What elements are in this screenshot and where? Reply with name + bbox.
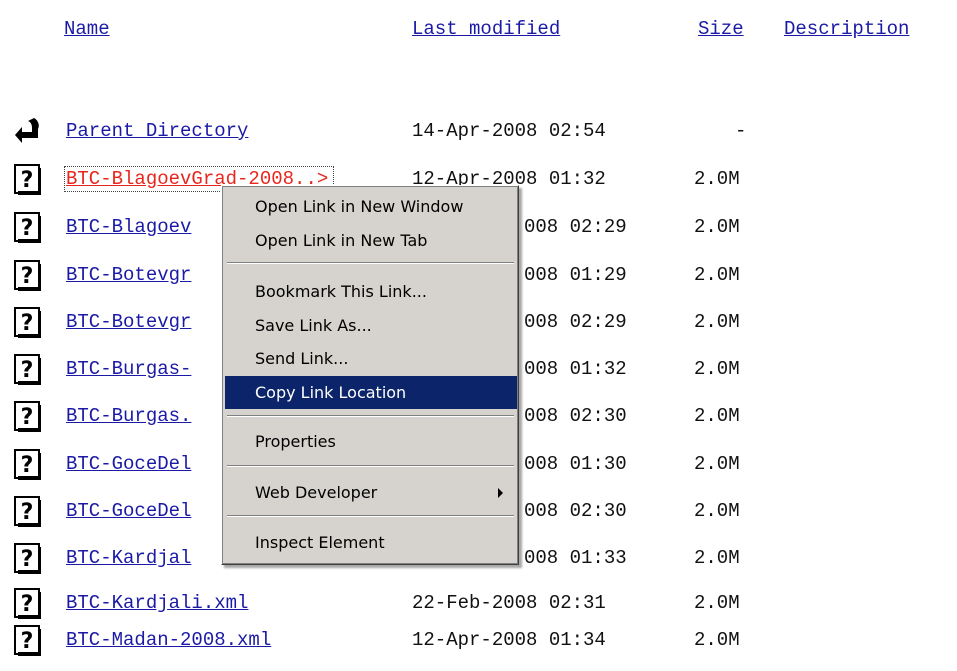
unknown-file-icon: ? <box>14 496 41 527</box>
menu-bookmark-link[interactable]: Bookmark This Link... <box>225 277 517 307</box>
svg-text:?: ? <box>21 547 34 572</box>
header-size[interactable]: Size <box>698 18 744 40</box>
menu-separator <box>227 415 514 417</box>
file-link[interactable]: BTC-GoceDel <box>66 500 191 522</box>
file-size: 2.0M <box>694 453 740 475</box>
menu-separator <box>227 515 514 517</box>
file-size: 2.0M <box>694 358 740 380</box>
file-date: 008 01:32 <box>524 358 627 380</box>
file-date: 008 02:29 <box>524 311 627 333</box>
svg-text:?: ? <box>21 405 34 430</box>
file-date: 22-Feb-2008 02:31 <box>412 592 606 614</box>
menu-separator <box>227 262 514 264</box>
unknown-file-icon: ? <box>14 212 41 243</box>
file-link[interactable]: BTC-Blagoev <box>66 216 191 238</box>
menu-web-developer-label: Web Developer <box>255 483 378 502</box>
svg-text:?: ? <box>21 629 34 654</box>
unknown-file-icon: ? <box>14 449 41 480</box>
svg-text:?: ? <box>21 592 34 617</box>
header-description[interactable]: Description <box>784 18 909 40</box>
header-last-modified[interactable]: Last modified <box>412 18 560 40</box>
file-size: 2.0M <box>694 500 740 522</box>
svg-text:?: ? <box>21 453 34 478</box>
unknown-file-icon: ? <box>14 543 41 574</box>
file-date: 14-Apr-2008 02:54 <box>412 120 606 142</box>
file-link[interactable]: BTC-Kardjali.xml <box>66 592 248 614</box>
menu-inspect-element[interactable]: Inspect Element <box>225 528 517 558</box>
file-date: 008 02:30 <box>524 405 627 427</box>
file-link[interactable]: BTC-Burgas. <box>66 405 191 427</box>
header-name[interactable]: Name <box>64 18 110 40</box>
file-size: 2.0M <box>694 405 740 427</box>
file-link[interactable]: BTC-Kardjal <box>66 547 191 569</box>
menu-send-link[interactable]: Send Link... <box>225 344 517 374</box>
menu-save-link-as[interactable]: Save Link As... <box>225 311 517 341</box>
file-link[interactable]: BTC-Burgas- <box>66 358 191 380</box>
file-size: - <box>735 120 747 142</box>
menu-properties[interactable]: Properties <box>225 427 517 457</box>
svg-text:?: ? <box>21 216 34 241</box>
file-link[interactable]: BTC-Botevgr <box>66 311 191 333</box>
file-date: 008 02:30 <box>524 500 627 522</box>
svg-text:?: ? <box>21 500 34 525</box>
file-link[interactable]: BTC-Botevgr <box>66 264 191 286</box>
unknown-file-icon: ? <box>14 588 41 619</box>
file-date: 008 02:29 <box>524 216 627 238</box>
parent-directory-row: Parent Directory 14-Apr-2008 02:54 - <box>0 118 957 162</box>
unknown-file-icon: ? <box>14 260 41 291</box>
unknown-file-icon: ? <box>14 354 41 385</box>
unknown-file-icon: ? <box>14 625 41 656</box>
table-row: ? BTC-Madan-2008.xml 12-Apr-2008 01:34 2… <box>0 625 957 671</box>
file-size: 2.0M <box>694 168 740 190</box>
table-row: ? BTC-Kardjali.xml 22-Feb-2008 02:31 2.0… <box>0 588 957 634</box>
unknown-file-icon: ? <box>14 401 41 432</box>
file-date: 008 01:33 <box>524 547 627 569</box>
file-date: 12-Apr-2008 01:34 <box>412 629 606 651</box>
back-arrow-icon <box>14 116 41 147</box>
menu-open-link-new-tab[interactable]: Open Link in New Tab <box>225 226 517 256</box>
menu-open-link-new-window[interactable]: Open Link in New Window <box>225 192 517 222</box>
unknown-file-icon: ? <box>14 307 41 338</box>
parent-directory-link[interactable]: Parent Directory <box>66 120 248 142</box>
file-size: 2.0M <box>694 547 740 569</box>
file-size: 2.0M <box>694 264 740 286</box>
unknown-file-icon: ? <box>14 164 41 195</box>
menu-separator <box>227 465 514 467</box>
svg-text:?: ? <box>21 311 34 336</box>
file-size: 2.0M <box>694 592 740 614</box>
context-menu: Open Link in New Window Open Link in New… <box>221 185 519 565</box>
svg-text:?: ? <box>21 358 34 383</box>
file-date: 008 01:30 <box>524 453 627 475</box>
file-size: 2.0M <box>694 311 740 333</box>
svg-text:?: ? <box>21 168 34 193</box>
submenu-arrow-icon <box>498 488 503 498</box>
svg-text:?: ? <box>21 264 34 289</box>
file-size: 2.0M <box>694 216 740 238</box>
file-link[interactable]: BTC-Madan-2008.xml <box>66 629 271 651</box>
file-date: 008 01:29 <box>524 264 627 286</box>
menu-web-developer[interactable]: Web Developer <box>225 478 517 508</box>
file-link[interactable]: BTC-GoceDel <box>66 453 191 475</box>
menu-copy-link-location[interactable]: Copy Link Location <box>225 376 517 409</box>
file-size: 2.0M <box>694 629 740 651</box>
